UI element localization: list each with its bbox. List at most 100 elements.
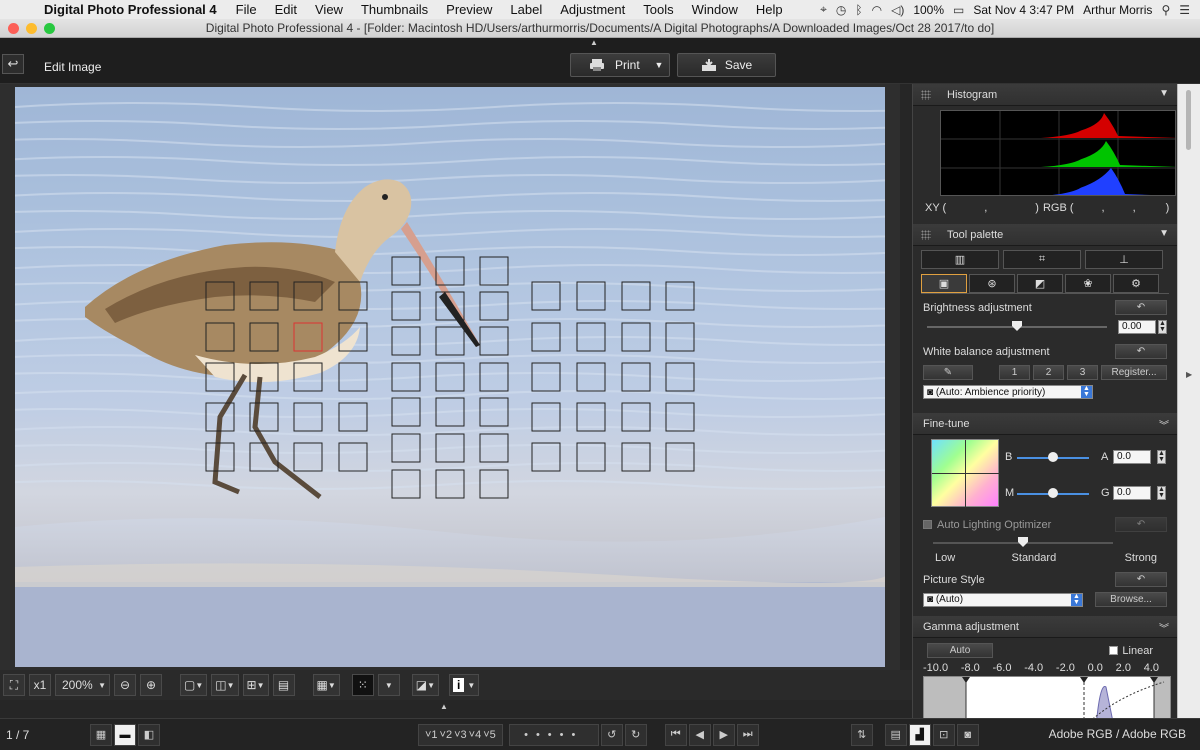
- prev-image-button[interactable]: ◀: [688, 723, 711, 746]
- menu-preview[interactable]: Preview: [437, 2, 501, 17]
- back-button[interactable]: ↩: [2, 54, 24, 74]
- brightness-reset-button[interactable]: ↶: [1115, 300, 1167, 315]
- rating-5[interactable]: ˅5: [483, 729, 496, 741]
- last-image-button[interactable]: ⏭: [736, 723, 759, 746]
- star-rating[interactable]: •••••: [508, 723, 599, 746]
- layout-split-button[interactable]: ◫ ▼: [211, 674, 239, 696]
- menu-thumbnails[interactable]: Thumbnails: [352, 2, 437, 17]
- rating-3[interactable]: ˅3: [454, 729, 467, 741]
- browse-button[interactable]: Browse...: [1095, 592, 1167, 607]
- histogram-header[interactable]: Histogram ▼: [913, 84, 1177, 106]
- drag-handle-icon[interactable]: [921, 230, 931, 240]
- first-image-button[interactable]: ⏮: [664, 723, 687, 746]
- brightness-value[interactable]: 0.00: [1118, 320, 1156, 334]
- wb-preset-1[interactable]: 1: [999, 365, 1030, 380]
- bluetooth-icon[interactable]: ᛒ: [855, 3, 862, 17]
- close-window-icon[interactable]: [8, 23, 19, 34]
- menu-help[interactable]: Help: [747, 2, 792, 17]
- color-grid[interactable]: [931, 439, 1000, 508]
- tab-color[interactable]: ❀: [1065, 274, 1111, 293]
- list-view-button[interactable]: ◧: [138, 723, 160, 746]
- panel-toggle-3[interactable]: ⊡: [932, 723, 955, 746]
- menu-edit[interactable]: Edit: [266, 2, 306, 17]
- highlight-warning-button[interactable]: ◪ ▼: [411, 674, 440, 696]
- white-balance-eyedropper-button[interactable]: ✎: [923, 365, 973, 380]
- layout-quad-button[interactable]: ⊞ ▼: [242, 674, 269, 696]
- white-balance-select[interactable]: ◙ (Auto: Ambience priority) ▲ ▼: [923, 385, 1093, 399]
- brightness-slider[interactable]: [927, 321, 1107, 331]
- panel-toggle-4[interactable]: ◙: [956, 723, 979, 746]
- alo-reset-button[interactable]: ↶: [1115, 517, 1167, 532]
- clock[interactable]: Sat Nov 4 3:47 PM: [973, 3, 1074, 17]
- binoculars-icon[interactable]: ⌖: [820, 2, 827, 17]
- brightness-slider-thumb[interactable]: [1012, 321, 1022, 331]
- tool-palette-header[interactable]: Tool palette ▼: [913, 224, 1177, 246]
- gamma-auto-button[interactable]: Auto: [927, 643, 993, 658]
- linear-checkbox[interactable]: [1109, 646, 1119, 655]
- rotate-right-button[interactable]: ↻: [624, 723, 647, 746]
- filmstrip-view-button[interactable]: ▬: [114, 723, 136, 746]
- alo-checkbox[interactable]: [923, 520, 932, 529]
- double-chevron-icon[interactable]: ︾: [1159, 620, 1169, 635]
- menu-tools[interactable]: Tools: [634, 2, 682, 17]
- crop-tool-button[interactable]: ⌗: [1003, 250, 1081, 269]
- tab-detail[interactable]: ⊛: [969, 274, 1015, 293]
- menu-adjustment[interactable]: Adjustment: [551, 2, 634, 17]
- picture-style-reset-button[interactable]: ↶: [1115, 572, 1167, 587]
- scrollbar-thumb[interactable]: [1186, 90, 1191, 150]
- alo-slider[interactable]: [933, 537, 1113, 547]
- grid-button[interactable]: ▦ ▼: [312, 674, 340, 696]
- battery-percent[interactable]: 100%: [913, 3, 944, 17]
- save-button[interactable]: Save: [677, 53, 776, 77]
- stamp-tool-button[interactable]: ⊥: [1085, 250, 1163, 269]
- rating-buttons[interactable]: ˅1 ˅2 ˅3 ˅4 ˅5: [418, 723, 503, 746]
- wb-register-button[interactable]: Register...: [1101, 365, 1167, 380]
- collapse-toolbar-icon[interactable]: ▲: [590, 38, 598, 47]
- expand-filmstrip-icon[interactable]: ▲: [440, 702, 448, 711]
- actual-size-button[interactable]: x1: [29, 674, 51, 696]
- search-icon[interactable]: ⚲: [1161, 3, 1170, 17]
- gamma-histogram[interactable]: [923, 676, 1171, 718]
- m-slider-thumb[interactable]: [1048, 488, 1058, 498]
- menu-file[interactable]: File: [227, 2, 266, 17]
- wb-preset-3[interactable]: 3: [1067, 365, 1098, 380]
- battery-icon[interactable]: ▭: [953, 3, 964, 17]
- drag-handle-icon[interactable]: [921, 90, 931, 100]
- af-point-button[interactable]: ⁙: [351, 674, 374, 696]
- m-slider[interactable]: [1017, 488, 1089, 498]
- zoom-select[interactable]: 200% ▼: [55, 674, 110, 696]
- zoom-out-button[interactable]: ⊖: [114, 674, 136, 696]
- b-slider[interactable]: [1017, 452, 1089, 462]
- layout-single-button[interactable]: ▢ ▼: [180, 674, 208, 696]
- g-stepper[interactable]: ▲ ▼: [1157, 486, 1166, 500]
- a-value[interactable]: 0.0: [1113, 450, 1151, 464]
- print-dropdown-icon[interactable]: ▼: [649, 60, 669, 70]
- compare-button[interactable]: ▤: [272, 674, 295, 696]
- collapse-icon[interactable]: ▼: [1159, 228, 1169, 239]
- white-balance-reset-button[interactable]: ↶: [1115, 344, 1167, 359]
- a-stepper[interactable]: ▲ ▼: [1157, 450, 1166, 464]
- panel-toggle-2[interactable]: ▟: [908, 723, 931, 746]
- wb-preset-2[interactable]: 2: [1033, 365, 1064, 380]
- double-chevron-icon[interactable]: ︾: [1159, 417, 1169, 432]
- print-button[interactable]: Print ▼: [570, 53, 670, 77]
- gamma-header[interactable]: Gamma adjustment ︾: [913, 616, 1177, 638]
- rating-1[interactable]: ˅1: [425, 729, 438, 741]
- image-viewer[interactable]: [0, 84, 900, 670]
- rating-2[interactable]: ˅2: [440, 729, 453, 741]
- fit-to-window-button[interactable]: ⛶: [3, 674, 25, 696]
- app-menu[interactable]: Digital Photo Professional 4: [34, 2, 227, 17]
- auto-adjust-button[interactable]: ▥: [921, 250, 999, 269]
- zoom-window-icon[interactable]: [44, 23, 55, 34]
- notification-center-icon[interactable]: ☰: [1179, 3, 1190, 17]
- zoom-in-button[interactable]: ⊕: [140, 674, 162, 696]
- sort-button[interactable]: ⇅: [850, 723, 873, 746]
- thumbnail-view-button[interactable]: ▦: [90, 723, 112, 746]
- window-scrollbar[interactable]: [1177, 84, 1200, 718]
- volume-icon[interactable]: ◁): [891, 3, 904, 17]
- tab-tone-curve[interactable]: ◩: [1017, 274, 1063, 293]
- menu-label[interactable]: Label: [501, 2, 551, 17]
- brightness-stepper[interactable]: ▲ ▼: [1158, 320, 1167, 334]
- rotate-left-button[interactable]: ↺: [600, 723, 623, 746]
- af-point-dropdown[interactable]: ▼: [377, 674, 400, 696]
